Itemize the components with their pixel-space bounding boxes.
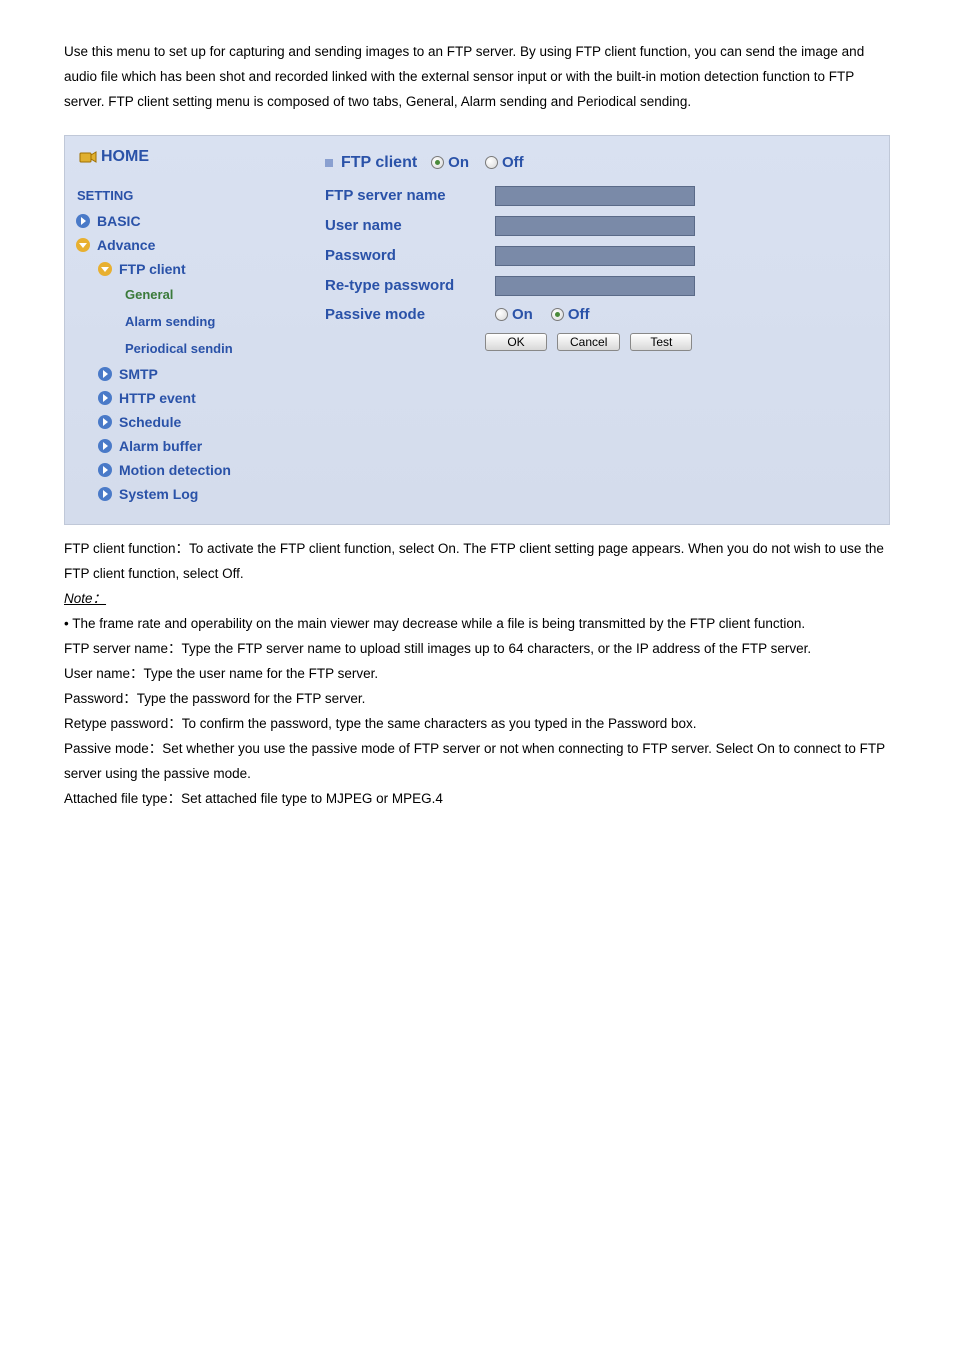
setting-heading: SETTING — [77, 188, 305, 203]
alarm-sending-label: Alarm sending — [125, 312, 215, 331]
arrow-right-icon — [97, 366, 113, 382]
sidebar-item-http-event[interactable]: HTTP event — [97, 386, 305, 410]
smtp-label: SMTP — [119, 366, 158, 382]
periodical-sending-label: Periodical sendin — [125, 339, 233, 358]
ftp-on-radio[interactable]: On — [431, 154, 469, 171]
home-link[interactable]: HOME — [79, 148, 149, 166]
footer-p8: Attached file type：Set attached file typ… — [64, 787, 890, 812]
footer-p5: Password：Type the password for the FTP s… — [64, 687, 890, 712]
password-input[interactable] — [495, 246, 695, 266]
server-name-label: FTP server name — [325, 187, 495, 204]
motion-detection-label: Motion detection — [119, 462, 231, 478]
intro-paragraph: Use this menu to set up for capturing an… — [64, 40, 890, 115]
arrow-right-icon — [97, 486, 113, 502]
sidebar-item-advance[interactable]: Advance — [75, 233, 305, 257]
arrow-right-icon — [75, 213, 91, 229]
footer-p7: Passive mode：Set whether you use the pas… — [64, 737, 890, 787]
passive-off-radio[interactable]: Off — [551, 306, 590, 323]
server-name-input[interactable] — [495, 186, 695, 206]
radio-icon — [485, 156, 498, 169]
footer-p2: • The frame rate and operability on the … — [64, 612, 890, 637]
arrow-right-icon — [97, 414, 113, 430]
passive-off-label: Off — [568, 306, 590, 323]
user-name-input[interactable] — [495, 216, 695, 236]
passive-on-radio[interactable]: On — [495, 306, 533, 323]
sidebar-item-alarm-buffer[interactable]: Alarm buffer — [97, 434, 305, 458]
footer-p6: Retype password：To confirm the password,… — [64, 712, 890, 737]
passive-mode-label: Passive mode — [325, 306, 495, 323]
arrow-down-icon — [75, 237, 91, 253]
camera-icon — [79, 150, 97, 164]
passive-on-label: On — [512, 306, 533, 323]
sidebar-item-system-log[interactable]: System Log — [97, 482, 305, 506]
alarm-buffer-label: Alarm buffer — [119, 438, 202, 454]
general-label: General — [125, 285, 173, 304]
basic-label: BASIC — [97, 213, 141, 229]
sidebar-item-alarm-sending[interactable]: Alarm sending — [125, 308, 305, 335]
retype-password-input[interactable] — [495, 276, 695, 296]
sidebar-item-smtp[interactable]: SMTP — [97, 362, 305, 386]
schedule-label: Schedule — [119, 414, 181, 430]
test-button[interactable]: Test — [630, 333, 692, 351]
sidebar-item-schedule[interactable]: Schedule — [97, 410, 305, 434]
button-row: OK Cancel Test — [485, 333, 869, 351]
advance-label: Advance — [97, 237, 155, 253]
sidebar: HOME SETTING BASIC Advance FTP client Ge… — [65, 136, 305, 524]
home-label: HOME — [101, 148, 149, 166]
http-event-label: HTTP event — [119, 390, 196, 406]
radio-icon — [431, 156, 444, 169]
password-label: Password — [325, 247, 495, 264]
arrow-right-icon — [97, 390, 113, 406]
note-label: Note： — [64, 591, 106, 606]
title-row: FTP client On Off — [325, 154, 869, 172]
form-title: FTP client — [341, 154, 417, 172]
square-marker-icon — [325, 159, 333, 167]
sidebar-item-general[interactable]: General — [125, 281, 305, 308]
radio-icon — [495, 308, 508, 321]
footer-p3: FTP server name：Type the FTP server name… — [64, 637, 890, 662]
form-content: FTP client On Off FTP server name User n… — [305, 136, 889, 524]
footer-text: FTP client function：To activate the FTP … — [64, 537, 890, 812]
arrow-right-icon — [97, 438, 113, 454]
sidebar-item-ftp-client[interactable]: FTP client — [97, 257, 305, 281]
footer-p1: FTP client function：To activate the FTP … — [64, 537, 890, 587]
ok-button[interactable]: OK — [485, 333, 547, 351]
cancel-button[interactable]: Cancel — [557, 333, 620, 351]
ftp-client-label: FTP client — [119, 261, 186, 277]
retype-password-label: Re-type password — [325, 277, 495, 294]
arrow-down-icon — [97, 261, 113, 277]
footer-p4: User name：Type the user name for the FTP… — [64, 662, 890, 687]
user-name-label: User name — [325, 217, 495, 234]
sidebar-item-basic[interactable]: BASIC — [75, 209, 305, 233]
settings-panel: HOME SETTING BASIC Advance FTP client Ge… — [64, 135, 890, 525]
arrow-right-icon — [97, 462, 113, 478]
off-label: Off — [502, 154, 524, 171]
radio-icon — [551, 308, 564, 321]
sidebar-item-motion-detection[interactable]: Motion detection — [97, 458, 305, 482]
sidebar-item-periodical-sending[interactable]: Periodical sendin — [125, 335, 305, 362]
on-label: On — [448, 154, 469, 171]
ftp-off-radio[interactable]: Off — [485, 154, 524, 171]
system-log-label: System Log — [119, 486, 198, 502]
